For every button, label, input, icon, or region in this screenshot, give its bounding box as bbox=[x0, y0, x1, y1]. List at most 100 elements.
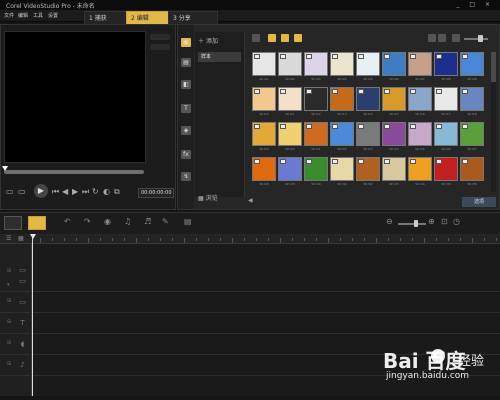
menu-settings[interactable]: 设置 bbox=[48, 12, 58, 19]
undo-icon[interactable]: ↶ bbox=[64, 217, 71, 226]
show-audio-icon[interactable] bbox=[294, 34, 302, 42]
thumbnail-checkbox[interactable] bbox=[280, 124, 286, 129]
thumbnail-checkbox[interactable] bbox=[358, 159, 364, 164]
clock-icon[interactable]: ◷ bbox=[453, 217, 460, 226]
maximize-button[interactable]: □ bbox=[469, 1, 479, 8]
thumbnail-checkbox[interactable] bbox=[436, 89, 442, 94]
thumbnail-checkbox[interactable] bbox=[410, 159, 416, 164]
volume-icon[interactable]: ◐ bbox=[103, 187, 110, 196]
menu-tools[interactable]: 工具 bbox=[33, 12, 43, 19]
thumbnail-checkbox[interactable] bbox=[280, 54, 286, 59]
transition-icon[interactable]: ◧ bbox=[181, 80, 191, 89]
browse-button[interactable]: ▦ 浏览 bbox=[198, 193, 218, 202]
library-thumbnail[interactable] bbox=[434, 122, 458, 146]
sort-icon[interactable] bbox=[452, 34, 460, 42]
preview-side-control[interactable] bbox=[150, 44, 170, 50]
timecode-display[interactable]: 00:00:00:00 bbox=[138, 188, 174, 198]
fullscreen-icon[interactable]: ⧉ bbox=[114, 187, 120, 197]
thumbnail-checkbox[interactable] bbox=[332, 159, 338, 164]
library-thumbnail[interactable] bbox=[408, 122, 432, 146]
thumbnail-checkbox[interactable] bbox=[306, 159, 312, 164]
previous-frame-icon[interactable]: ◀ bbox=[62, 187, 68, 196]
library-thumbnail[interactable] bbox=[460, 122, 484, 146]
ruler-settings-icon[interactable]: ▦ bbox=[18, 235, 24, 242]
thumbnail-checkbox[interactable] bbox=[254, 54, 260, 59]
zoom-knob[interactable] bbox=[414, 220, 418, 227]
thumbnail-checkbox[interactable] bbox=[410, 54, 416, 59]
grid-view-icon[interactable] bbox=[438, 34, 446, 42]
library-thumbnail[interactable] bbox=[252, 87, 276, 111]
menu-file[interactable]: 文件 bbox=[4, 12, 14, 19]
storyboard-view-button[interactable] bbox=[4, 216, 22, 230]
thumbnail-size-slider[interactable] bbox=[464, 38, 488, 40]
library-thumbnail[interactable] bbox=[382, 52, 406, 76]
thumbnail-checkbox[interactable] bbox=[358, 89, 364, 94]
scrollbar-thumb[interactable] bbox=[491, 52, 496, 82]
thumbnail-checkbox[interactable] bbox=[410, 89, 416, 94]
window-controls[interactable]: _ □ × bbox=[456, 1, 494, 8]
thumbnail-checkbox[interactable] bbox=[280, 89, 286, 94]
overlay-track-icon[interactable]: ▭ bbox=[18, 298, 27, 307]
thumbnail-checkbox[interactable] bbox=[436, 54, 442, 59]
repeat-icon[interactable]: ↻ bbox=[92, 187, 99, 196]
list-view-icon[interactable] bbox=[428, 34, 436, 42]
tab-share[interactable]: 3 分享 bbox=[168, 11, 218, 25]
show-photo-icon[interactable] bbox=[281, 34, 289, 42]
record-capture-icon[interactable]: ◉ bbox=[104, 217, 111, 226]
media-icon[interactable]: ▣ bbox=[181, 38, 191, 47]
thumbnail-checkbox[interactable] bbox=[254, 124, 260, 129]
thumbnail-checkbox[interactable] bbox=[332, 89, 338, 94]
track-lock-icon[interactable]: ⊞ bbox=[7, 268, 11, 274]
thumbnail-checkbox[interactable] bbox=[384, 89, 390, 94]
instant-project-icon[interactable]: ▤ bbox=[181, 58, 191, 67]
title-icon[interactable]: T bbox=[181, 104, 191, 113]
music-track-icon[interactable]: ♪ bbox=[18, 361, 27, 370]
thumbnail-checkbox[interactable] bbox=[462, 124, 468, 129]
track-manager-icon[interactable]: ✎ bbox=[162, 217, 169, 226]
library-thumbnail[interactable] bbox=[382, 122, 406, 146]
thumbnail-checkbox[interactable] bbox=[436, 159, 442, 164]
library-thumbnail[interactable] bbox=[408, 87, 432, 111]
library-thumbnail[interactable] bbox=[330, 157, 354, 181]
library-thumbnail[interactable] bbox=[304, 122, 328, 146]
add-folder-button[interactable]: ＋ 添加 bbox=[198, 36, 218, 45]
playhead-handle[interactable] bbox=[30, 234, 36, 239]
preview-scrubber[interactable] bbox=[4, 170, 144, 174]
title-track-icon[interactable]: T bbox=[18, 319, 27, 328]
library-thumbnail[interactable] bbox=[304, 52, 328, 76]
library-thumbnail[interactable] bbox=[408, 52, 432, 76]
thumbnail-checkbox[interactable] bbox=[332, 124, 338, 129]
zoom-slider[interactable] bbox=[398, 223, 426, 225]
library-thumbnail[interactable] bbox=[252, 122, 276, 146]
home-icon[interactable]: ⏮ bbox=[52, 187, 59, 197]
thumbnail-checkbox[interactable] bbox=[462, 159, 468, 164]
folder-item-sample[interactable]: 样本 bbox=[198, 52, 241, 62]
thumbnail-checkbox[interactable] bbox=[462, 89, 468, 94]
thumbnail-checkbox[interactable] bbox=[306, 89, 312, 94]
thumbnail-checkbox[interactable] bbox=[332, 54, 338, 59]
end-icon[interactable]: ⏭ bbox=[82, 187, 89, 197]
options-button[interactable]: 选项 bbox=[462, 197, 496, 207]
library-thumbnail[interactable] bbox=[304, 157, 328, 181]
thumbnail-checkbox[interactable] bbox=[462, 54, 468, 59]
library-thumbnail[interactable] bbox=[382, 87, 406, 111]
collapse-arrow-icon[interactable]: ◀ bbox=[248, 197, 253, 204]
project-mode-icon[interactable]: ▭ bbox=[6, 187, 14, 196]
track-toggle-icon[interactable]: ⊞ bbox=[7, 298, 11, 304]
track-expand-icon[interactable]: ▾ bbox=[7, 282, 10, 288]
thumbnail-checkbox[interactable] bbox=[306, 54, 312, 59]
show-video-icon[interactable] bbox=[268, 34, 276, 42]
timeline-view-button[interactable] bbox=[28, 216, 46, 230]
library-thumbnail[interactable] bbox=[460, 52, 484, 76]
path-icon[interactable]: ↯ bbox=[181, 172, 191, 181]
library-thumbnail[interactable] bbox=[330, 52, 354, 76]
play-button[interactable]: ▶ bbox=[34, 184, 48, 198]
library-thumbnail[interactable] bbox=[356, 122, 380, 146]
redo-icon[interactable]: ↷ bbox=[84, 217, 91, 226]
thumbnail-checkbox[interactable] bbox=[410, 124, 416, 129]
thumbnail-checkbox[interactable] bbox=[254, 89, 260, 94]
library-thumbnail[interactable] bbox=[408, 157, 432, 181]
zoom-in-icon[interactable]: ⊕ bbox=[428, 217, 435, 226]
import-icon[interactable] bbox=[252, 34, 260, 42]
thumbnail-checkbox[interactable] bbox=[358, 124, 364, 129]
